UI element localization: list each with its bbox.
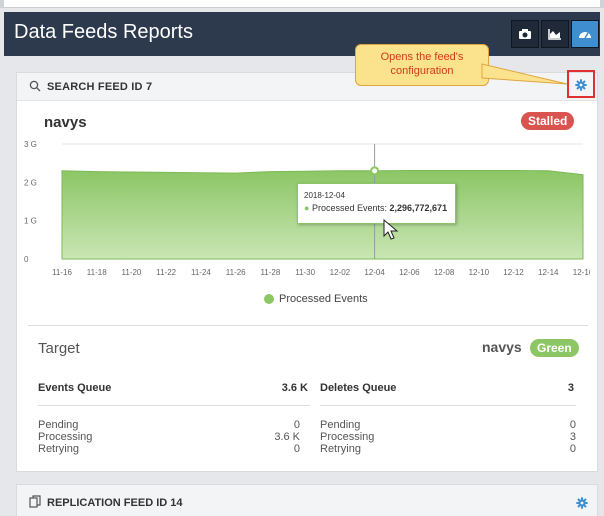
x-tick-label: 12-08 (434, 268, 455, 277)
divider (28, 325, 588, 326)
events-queue-total: 3.6 K (281, 382, 308, 394)
deletes-queue-total: 3 (567, 382, 574, 394)
y-tick-label: 0 (24, 255, 29, 264)
y-tick-label: 1 G (24, 217, 37, 226)
copy-icon (29, 495, 41, 508)
tooltip-series: Processed Events: (311, 203, 387, 213)
x-tick-label: 12-06 (399, 268, 420, 277)
dashboard-button[interactable] (571, 20, 599, 48)
events-retrying-value: 0 (293, 443, 300, 455)
replication-feed-title: REPLICATION FEED ID 14 (47, 497, 183, 509)
tooltip-line: ● Processed Events: 2,296,772,671 (304, 203, 447, 213)
replication-feed-card: REPLICATION FEED ID 14 (16, 484, 598, 516)
gear-icon[interactable] (576, 497, 588, 509)
deletes-processing-value: 3 (569, 431, 576, 443)
chart-y-axis: 0 1 G 2 G 3 G (24, 140, 37, 264)
camera-button[interactable] (511, 20, 539, 48)
chart-hover-point (370, 166, 380, 176)
divider (38, 405, 310, 406)
x-tick-label: 11-26 (226, 268, 246, 277)
events-processing-value: 3.6 K (274, 431, 300, 443)
target-name: navys (482, 339, 522, 355)
window-top-strip (0, 0, 604, 8)
events-retrying-label: Retrying (38, 443, 79, 455)
deletes-retrying-value: 0 (569, 443, 576, 455)
x-tick-label: 12-14 (538, 268, 559, 277)
callout-text: Opens the feed's configuration (380, 51, 464, 77)
deletes-pending-value: 0 (569, 419, 576, 431)
callout-pointer (481, 63, 568, 85)
window-border-left (0, 0, 4, 8)
legend-label: Processed Events (279, 293, 368, 305)
chart-x-axis: 11-16 11-18 11-20 11-22 11-24 11-26 11-28 11-30… (52, 268, 590, 277)
y-tick-label: 3 G (24, 140, 37, 149)
x-tick-label: 11-30 (295, 268, 315, 277)
page-header: Data Feeds Reports (4, 12, 600, 56)
target-label: Target (38, 340, 80, 357)
y-tick-label: 2 G (24, 178, 37, 187)
x-tick-label: 12-12 (503, 268, 524, 277)
x-tick-label: 12-04 (364, 268, 385, 277)
legend-dot (264, 294, 274, 304)
x-tick-label: 12-16 (573, 268, 590, 277)
dashboard-icon (579, 32, 591, 39)
x-tick-label: 11-20 (122, 268, 142, 277)
events-queue-label: Events Queue (38, 382, 112, 394)
status-badge-green: Green (530, 339, 579, 357)
tooltip-value: 2,296,772,671 (389, 203, 448, 213)
events-pending-label: Pending (38, 419, 79, 431)
area-chart-icon (548, 29, 561, 40)
deletes-queue-label: Deletes Queue (320, 382, 397, 394)
area-chart-button[interactable] (541, 20, 569, 48)
gear-icon[interactable] (575, 79, 587, 91)
x-tick-label: 11-16 (52, 268, 72, 277)
window-border-right (600, 0, 604, 8)
page-title: Data Feeds Reports (14, 21, 193, 43)
mouse-cursor-icon (383, 219, 399, 240)
camera-icon (519, 29, 531, 39)
search-icon (29, 80, 41, 92)
events-processing-label: Processing (38, 431, 93, 443)
status-badge-stalled: Stalled (521, 112, 575, 130)
search-feed-title: SEARCH FEED ID 7 (47, 81, 153, 93)
deletes-pending-label: Pending (320, 419, 361, 431)
x-tick-label: 11-18 (87, 268, 107, 277)
x-tick-label: 12-10 (469, 268, 490, 277)
chart-legend[interactable]: Processed Events (264, 293, 368, 305)
divider (320, 405, 576, 406)
x-tick-label: 11-24 (191, 268, 211, 277)
x-tick-label: 11-22 (156, 268, 176, 277)
deletes-processing-label: Processing (320, 431, 375, 443)
events-pending-value: 0 (293, 419, 300, 431)
tooltip-date: 2018-12-04 (304, 191, 345, 200)
x-tick-label: 11-28 (260, 268, 280, 277)
tooltip-dot: ● (304, 203, 310, 213)
replication-feed-header: REPLICATION FEED ID 14 (17, 485, 597, 516)
x-tick-label: 12-02 (330, 268, 351, 277)
deletes-retrying-label: Retrying (320, 443, 361, 455)
feed-name: navys (44, 114, 87, 131)
chart-tooltip: 2018-12-04 ● Processed Events: 2,296,772… (297, 183, 456, 224)
